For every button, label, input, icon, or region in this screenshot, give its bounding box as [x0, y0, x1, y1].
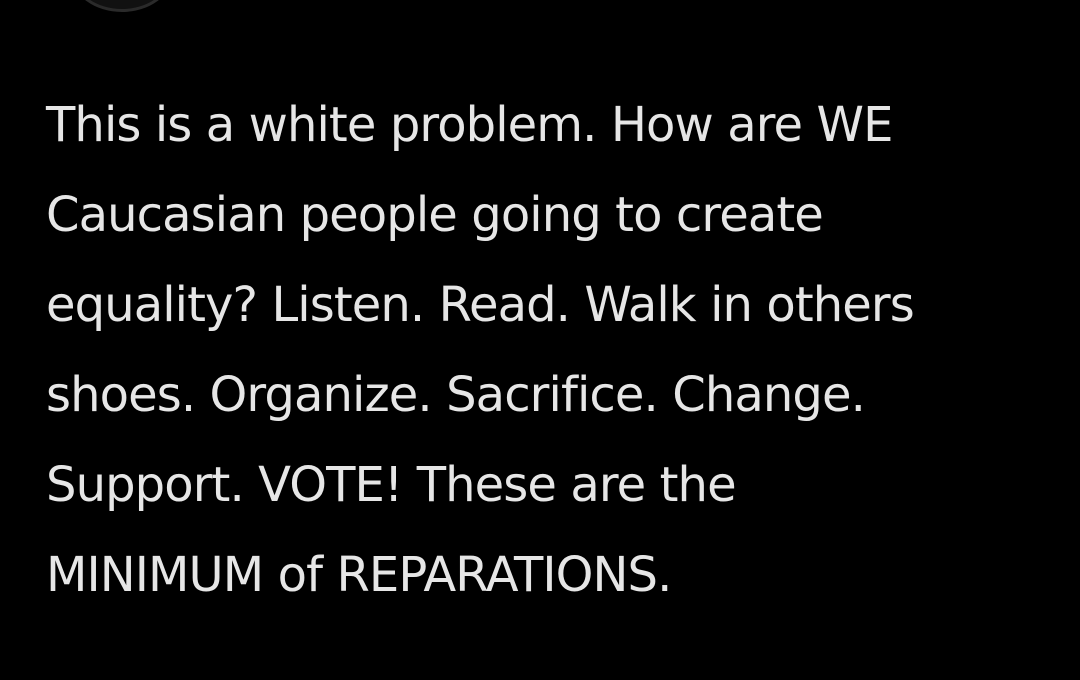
avatar[interactable]	[72, 0, 172, 12]
post-text-line: equality? Listen. Read. Walk in others	[46, 277, 915, 333]
post-text-line: shoes. Organize. Sacrifice. Change.	[46, 367, 866, 423]
post-text-line: Support. VOTE! These are the	[46, 457, 737, 513]
post-text-line: MINIMUM of REPARATIONS.	[46, 547, 672, 603]
post-text-line: Caucasian people going to create	[46, 187, 824, 243]
post-text-line: This is a white problem. How are WE	[46, 97, 893, 153]
post-text: This is a white problem. How are WE Cauc…	[46, 80, 1056, 620]
